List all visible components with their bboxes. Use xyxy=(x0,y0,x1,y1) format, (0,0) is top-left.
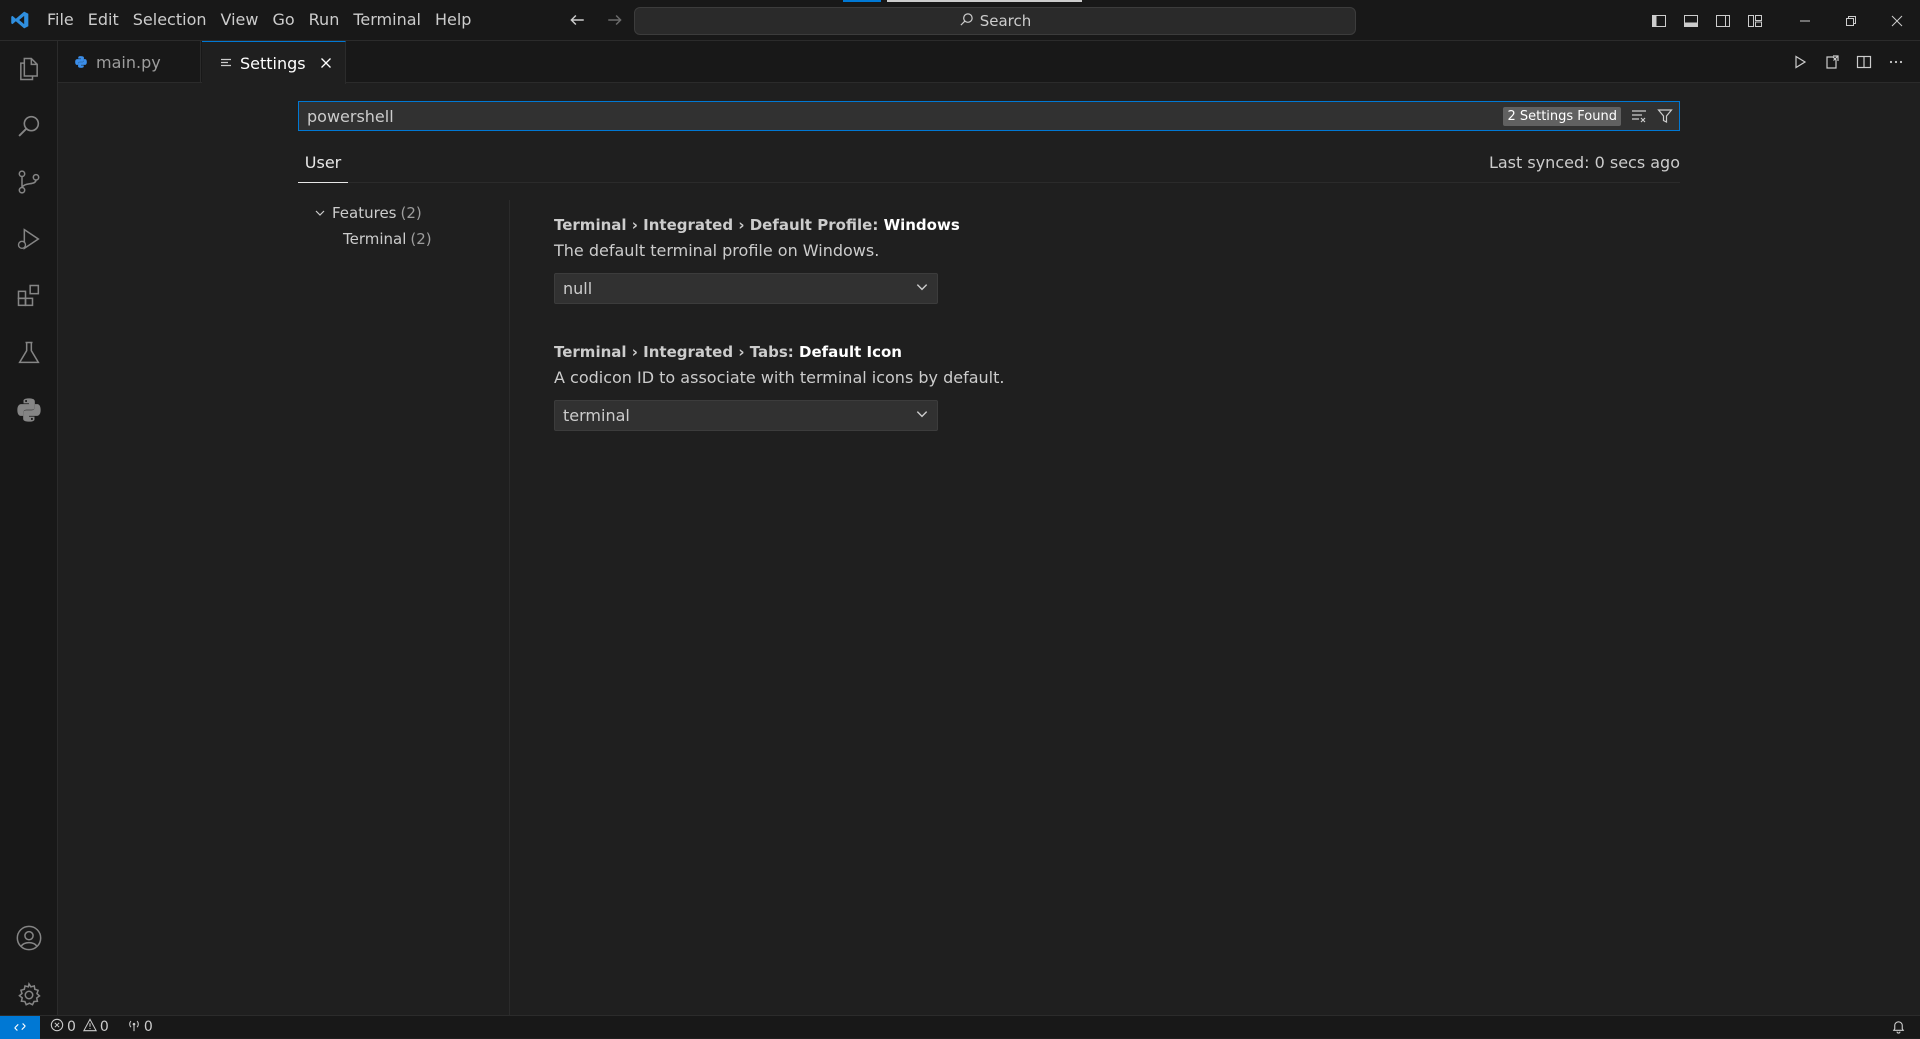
toggle-secondary-sidebar-icon[interactable] xyxy=(1712,10,1734,32)
customize-layout-icon[interactable] xyxy=(1744,10,1766,32)
testing-icon[interactable] xyxy=(0,325,58,381)
tab-label: main.py xyxy=(96,52,161,72)
chevron-down-icon xyxy=(314,207,326,219)
settings-search-input[interactable]: powershell 2 Settings Found xyxy=(298,101,1680,131)
toggle-primary-sidebar-icon[interactable] xyxy=(1648,10,1670,32)
toc-item-features[interactable]: Features (2) xyxy=(298,200,509,226)
setting-leaf: Windows xyxy=(883,216,960,234)
dropdown-value: null xyxy=(563,279,593,298)
menu-run[interactable]: Run xyxy=(302,6,347,34)
default-icon-dropdown[interactable]: terminal xyxy=(554,400,938,431)
explorer-icon[interactable] xyxy=(0,41,58,97)
menu-go[interactable]: Go xyxy=(265,6,301,34)
settings-editor-icon xyxy=(220,57,232,69)
error-count: 0 xyxy=(67,1019,76,1035)
extensions-icon[interactable] xyxy=(0,268,58,324)
error-icon xyxy=(50,1018,64,1036)
python-icon[interactable] xyxy=(0,382,58,438)
more-actions-icon[interactable] xyxy=(1886,52,1906,72)
filter-icon[interactable] xyxy=(1653,104,1677,128)
problems-status[interactable]: 0 0 xyxy=(50,1018,109,1036)
ports-status[interactable]: 0 xyxy=(127,1018,153,1036)
vscode-logo-icon xyxy=(0,0,40,41)
warning-icon xyxy=(82,1018,97,1036)
search-view-icon[interactable] xyxy=(0,98,58,154)
command-center-progress xyxy=(843,0,881,2)
menu-file[interactable]: File xyxy=(40,6,81,34)
minimize-button[interactable] xyxy=(1782,0,1828,41)
toc-label: Features xyxy=(332,204,397,222)
tab-settings[interactable]: Settings xyxy=(202,41,346,84)
menu-bar: File Edit Selection View Go Run Terminal… xyxy=(40,0,478,41)
settings-scope-bar: User Last synced: 0 secs ago xyxy=(298,148,1680,183)
menu-help[interactable]: Help xyxy=(428,6,478,34)
chevron-down-icon xyxy=(915,406,929,425)
editor-actions xyxy=(1790,41,1906,83)
close-window-button[interactable] xyxy=(1874,0,1920,41)
command-center-label: Search xyxy=(979,12,1032,30)
notifications-bell-icon[interactable] xyxy=(1891,1019,1906,1038)
split-editor-icon[interactable] xyxy=(1854,52,1874,72)
setting-description: The default terminal profile on Windows. xyxy=(554,241,880,260)
menu-view[interactable]: View xyxy=(214,6,266,34)
last-synced-label: Last synced: 0 secs ago xyxy=(1488,153,1680,172)
setting-description: A codicon ID to associate with terminal … xyxy=(554,368,1005,387)
remote-indicator-icon[interactable] xyxy=(0,1015,40,1039)
ports-count: 0 xyxy=(143,1019,153,1035)
command-center-search[interactable]: Search xyxy=(634,7,1356,35)
warning-count: 0 xyxy=(99,1019,109,1035)
settings-table-of-contents: Features (2) Terminal (2) xyxy=(298,200,510,1015)
toc-item-terminal[interactable]: Terminal (2) xyxy=(298,226,509,252)
default-profile-dropdown[interactable]: null xyxy=(554,273,938,304)
toggle-panel-icon[interactable] xyxy=(1680,10,1702,32)
setting-path: Terminal › Integrated › Tabs: xyxy=(554,343,800,361)
status-bar: 0 0 0 xyxy=(0,1015,1920,1039)
setting-path: Terminal › Integrated › Default Profile: xyxy=(554,216,884,234)
editor-tabs-bar: main.py Settings xyxy=(58,41,1920,84)
menu-terminal[interactable]: Terminal xyxy=(346,6,428,34)
tab-user-settings[interactable]: User xyxy=(298,148,348,183)
settings-search-query[interactable]: powershell xyxy=(299,107,1503,126)
toc-label: Terminal xyxy=(343,230,407,248)
setting-title: Terminal › Integrated › Default Profile:… xyxy=(554,213,1154,237)
menu-selection[interactable]: Selection xyxy=(126,6,214,34)
close-tab-icon[interactable] xyxy=(317,54,335,72)
activity-bar xyxy=(0,41,58,1015)
dropdown-value: terminal xyxy=(563,406,630,425)
tab-main-py[interactable]: main.py xyxy=(58,41,201,83)
restore-button[interactable] xyxy=(1828,0,1874,41)
command-center-highlight xyxy=(887,0,1082,2)
search-icon xyxy=(959,12,974,31)
setting-tabs-default-icon: Terminal › Integrated › Tabs: Default Ic… xyxy=(554,340,1154,431)
setting-leaf: Default Icon xyxy=(799,343,902,361)
back-arrow-icon[interactable] xyxy=(565,8,589,32)
title-bar: File Edit Selection View Go Run Terminal… xyxy=(0,0,1920,41)
setting-default-profile-windows: Terminal › Integrated › Default Profile:… xyxy=(554,213,1154,304)
clear-filter-icon[interactable] xyxy=(1627,104,1651,128)
titlebar-controls xyxy=(1648,0,1920,41)
open-settings-json-icon[interactable] xyxy=(1822,52,1842,72)
toc-count: (2) xyxy=(400,204,422,222)
settings-found-badge: 2 Settings Found xyxy=(1503,106,1621,126)
setting-title: Terminal › Integrated › Tabs: Default Ic… xyxy=(554,340,1154,364)
run-icon[interactable] xyxy=(1790,52,1810,72)
menu-edit[interactable]: Edit xyxy=(81,6,126,34)
python-file-icon xyxy=(74,55,88,69)
source-control-icon[interactable] xyxy=(0,154,58,210)
chevron-down-icon xyxy=(915,279,929,298)
toc-count: (2) xyxy=(410,230,432,248)
accounts-icon[interactable] xyxy=(0,910,58,966)
broadcast-icon xyxy=(127,1018,141,1036)
forward-arrow-icon[interactable] xyxy=(603,8,627,32)
tab-label: Settings xyxy=(240,53,306,73)
navigation-arrows xyxy=(565,8,627,32)
run-and-debug-icon[interactable] xyxy=(0,211,58,267)
